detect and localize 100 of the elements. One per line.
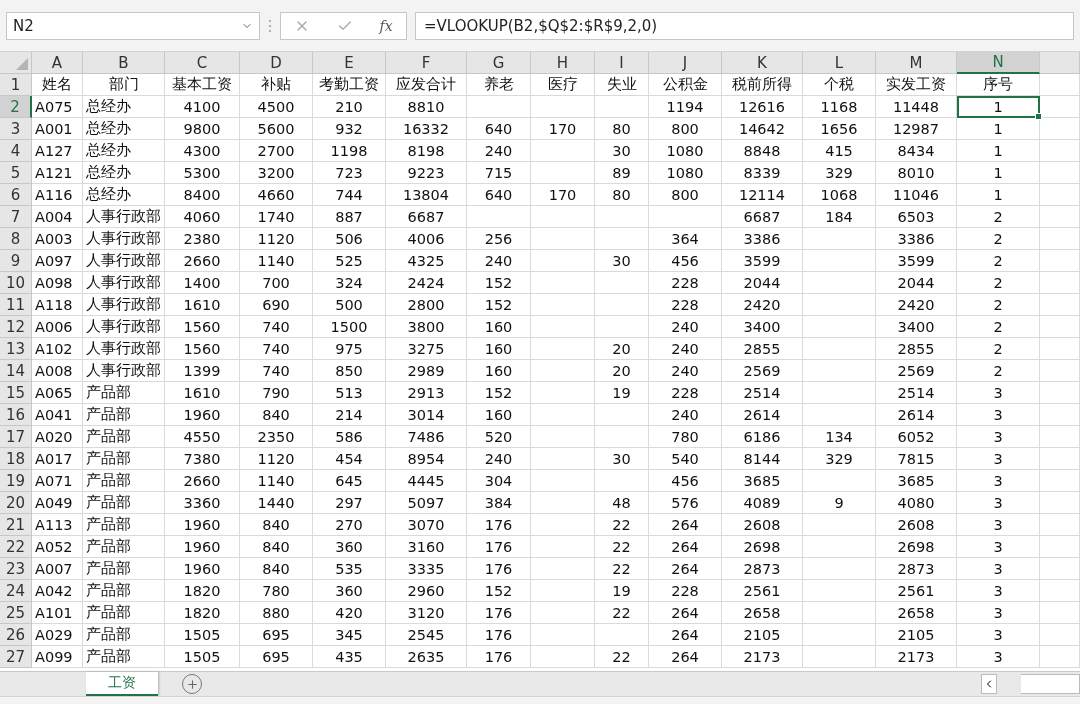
scroll-left-button[interactable] [981, 674, 997, 694]
horizontal-scrollbar[interactable] [1021, 674, 1080, 694]
table-cell: A097 [32, 250, 83, 272]
table-cell: 2608 [876, 514, 957, 536]
drag-handle-icon[interactable] [268, 17, 272, 34]
column-header[interactable]: N [957, 52, 1040, 74]
column-header[interactable]: J [649, 52, 722, 74]
row-header[interactable]: 19 [0, 470, 32, 492]
table-cell: A020 [32, 426, 83, 448]
row-header[interactable]: 8 [0, 228, 32, 250]
row-header[interactable]: 9 [0, 250, 32, 272]
table-cell: 3160 [386, 536, 467, 558]
table-cell: 3400 [876, 316, 957, 338]
column-header[interactable]: M [876, 52, 957, 74]
table-cell: 2658 [722, 602, 803, 624]
row-header[interactable]: 24 [0, 580, 32, 602]
table-cell: 总经办 [83, 140, 165, 162]
table-cell: A065 [32, 382, 83, 404]
row-header[interactable]: 20 [0, 492, 32, 514]
empty-cell [1040, 470, 1080, 492]
row-header[interactable]: 13 [0, 338, 32, 360]
table-cell: 1656 [803, 118, 876, 140]
column-header[interactable]: K [722, 52, 803, 74]
insert-function-button[interactable]: fx [379, 17, 393, 34]
row-header[interactable]: 12 [0, 316, 32, 338]
fill-handle[interactable] [1035, 113, 1042, 120]
table-cell: 695 [240, 646, 313, 668]
empty-cell [531, 558, 595, 580]
table-cell: 240 [649, 404, 722, 426]
table-cell: 产品部 [83, 404, 165, 426]
table-cell: 12114 [722, 184, 803, 206]
row-header[interactable]: 16 [0, 404, 32, 426]
table-cell: 20 [595, 338, 649, 360]
column-header[interactable]: D [240, 52, 313, 74]
table-cell: 4100 [165, 96, 240, 118]
row-header[interactable]: 6 [0, 184, 32, 206]
row-header[interactable]: 5 [0, 162, 32, 184]
table-cell: 4325 [386, 250, 467, 272]
name-box[interactable]: N2 [6, 11, 260, 40]
formula-field[interactable]: =VLOOKUP(B2,$Q$2:$R$9,2,0) [415, 11, 1074, 40]
table-cell: A127 [32, 140, 83, 162]
table-cell: A099 [32, 646, 83, 668]
column-header[interactable]: E [313, 52, 386, 74]
table-cell: 324 [313, 272, 386, 294]
column-header[interactable]: F [386, 52, 467, 74]
table-cell: 240 [649, 360, 722, 382]
select-all-triangle-icon[interactable] [16, 58, 28, 70]
empty-cell [531, 382, 595, 404]
table-cell: 失业 [595, 74, 649, 96]
column-header[interactable] [1040, 52, 1080, 74]
table-cell: 2660 [165, 470, 240, 492]
row-header[interactable]: 3 [0, 118, 32, 140]
column-header[interactable]: L [803, 52, 876, 74]
table-cell: 840 [240, 514, 313, 536]
table-cell: 975 [313, 338, 386, 360]
table-cell: 人事行政部 [83, 228, 165, 250]
row-header[interactable]: 25 [0, 602, 32, 624]
table-cell: A101 [32, 602, 83, 624]
column-header[interactable]: I [595, 52, 649, 74]
table-cell: 329 [803, 448, 876, 470]
table-cell: 22 [595, 558, 649, 580]
column-header[interactable]: B [83, 52, 165, 74]
column-header[interactable]: H [531, 52, 595, 74]
table-cell: 1960 [165, 558, 240, 580]
table-cell: 176 [467, 514, 531, 536]
table-cell: 184 [803, 206, 876, 228]
row-header[interactable]: 14 [0, 360, 32, 382]
table-cell: 2658 [876, 602, 957, 624]
column-header[interactable]: A [32, 52, 83, 74]
row-header[interactable]: 21 [0, 514, 32, 536]
row-header[interactable]: 22 [0, 536, 32, 558]
select-all-corner[interactable] [0, 52, 32, 74]
column-header[interactable]: G [467, 52, 531, 74]
table-cell: 364 [649, 228, 722, 250]
row-header[interactable]: 27 [0, 646, 32, 668]
row-header[interactable]: 15 [0, 382, 32, 404]
table-cell: 8010 [876, 162, 957, 184]
table-cell: 2420 [876, 294, 957, 316]
row-header[interactable]: 18 [0, 448, 32, 470]
table-cell: 3 [957, 624, 1040, 646]
table-cell: 6687 [386, 206, 467, 228]
row-header[interactable]: 11 [0, 294, 32, 316]
row-header[interactable]: 26 [0, 624, 32, 646]
empty-cell [595, 96, 649, 118]
row-header[interactable]: 10 [0, 272, 32, 294]
row-header[interactable]: 17 [0, 426, 32, 448]
table-cell: 214 [313, 404, 386, 426]
table-cell: 1168 [803, 96, 876, 118]
table-cell: 2 [957, 250, 1040, 272]
column-header[interactable]: C [165, 52, 240, 74]
row-header[interactable]: 4 [0, 140, 32, 162]
table-cell: 454 [313, 448, 386, 470]
row-header[interactable]: 1 [0, 74, 32, 96]
sheet-tab[interactable]: 工资 [86, 672, 158, 696]
empty-cell [1040, 250, 1080, 272]
row-header[interactable]: 2 [0, 96, 32, 118]
table-cell: 520 [467, 426, 531, 448]
row-header[interactable]: 23 [0, 558, 32, 580]
row-header[interactable]: 7 [0, 206, 32, 228]
empty-cell [531, 272, 595, 294]
